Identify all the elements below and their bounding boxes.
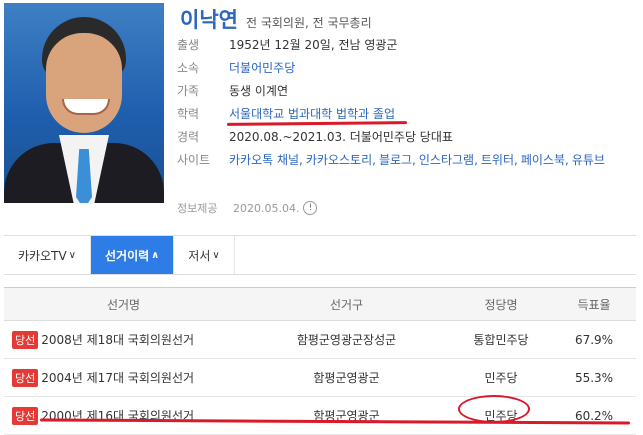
tab-label: 카카오TV	[18, 248, 67, 263]
table-header-row: 선거명 선거구 정당명 득표율	[4, 287, 636, 321]
site-link-twitter[interactable]: 트위터,	[481, 153, 518, 167]
table-row: 당선 2004년 제17대 국회의원선거 함평군영광군 민주당 55.3%	[4, 358, 636, 397]
info-row-education: 학력 서울대학교 법과대학 법학과 졸업	[177, 107, 637, 121]
table-row: 당선 2008년 제18대 국회의원선거 함평군영광군장성군 통합민주당 67.9…	[4, 320, 636, 359]
info-row-career: 경력 2020.08.~2021.03. 더불어민주당 당대표	[177, 130, 637, 144]
rate-cell: 67.9%	[552, 320, 636, 359]
election-cell: 당선 2004년 제17대 국회의원선거	[4, 358, 243, 397]
profile-name[interactable]: 이낙연	[180, 4, 238, 34]
election-name[interactable]: 2008년 제18대 국회의원선거	[41, 333, 194, 347]
election-name[interactable]: 2004년 제17대 국회의원선거	[41, 371, 194, 385]
info-row-birth: 출생 1952년 12월 20일, 전남 영광군	[177, 38, 637, 52]
provided-date: 2020.05.04.	[233, 201, 300, 215]
info-row-family: 가족 동생 이계연	[177, 84, 637, 98]
site-link-facebook[interactable]: 페이스북,	[521, 153, 569, 167]
photo-face	[46, 33, 122, 133]
profile-header: 이낙연 전 국회의원, 전 국무총리	[180, 4, 372, 32]
elected-badge: 당선	[12, 406, 39, 425]
district-cell: 함평군영광군	[243, 358, 450, 397]
profile-photo[interactable]	[4, 3, 164, 203]
col-election: 선거명	[4, 287, 243, 321]
info-provided: 정보제공 2020.05.04. !	[177, 200, 318, 216]
chevron-down-icon: ∨	[68, 249, 76, 261]
education-link[interactable]: 서울대학교 법과대학 법학과 졸업	[229, 107, 395, 121]
site-link-blog[interactable]: 블로그,	[379, 153, 416, 167]
info-label: 소속	[177, 61, 200, 75]
elected-badge: 당선	[12, 330, 39, 349]
rate-cell: 60.2%	[552, 396, 636, 435]
info-label: 출생	[177, 38, 200, 52]
info-label: 경력	[177, 130, 200, 144]
info-row-sites: 사이트 카카오톡 채널, 카카오스토리, 블로그, 인스타그램, 트위터, 페이…	[177, 153, 637, 167]
site-link-youtube[interactable]: 유튜브	[572, 153, 605, 167]
party-cell: 통합민주당	[450, 320, 552, 359]
site-link-instagram[interactable]: 인스타그램,	[419, 153, 478, 167]
tab-kakaotv[interactable]: 카카오TV ∨	[4, 236, 91, 274]
info-value: 동생 이계연	[229, 84, 289, 98]
info-row-party: 소속 더불어민주당	[177, 61, 637, 75]
profile-subtitle: 전 국회의원, 전 국무총리	[245, 16, 372, 30]
info-label: 가족	[177, 84, 200, 98]
info-value: 1952년 12월 20일, 전남 영광군	[229, 38, 398, 52]
chevron-up-icon: ∧	[151, 249, 160, 261]
election-table: 선거명 선거구 정당명 득표율 당선 2008년 제18대 국회의원선거 함평군영…	[4, 287, 636, 435]
col-district: 선거구	[243, 287, 450, 321]
profile-info: 출생 1952년 12월 20일, 전남 영광군 소속 더불어민주당 가족 동생…	[177, 38, 637, 215]
district-cell: 함평군영광군	[243, 396, 450, 435]
provided-label: 정보제공	[177, 202, 218, 215]
tab-label: 선거이력	[105, 248, 150, 263]
election-cell: 당선 2000년 제16대 국회의원선거	[4, 396, 243, 435]
profile-tabs: 카카오TV ∨ 선거이력 ∧ 저서 ∨	[4, 235, 636, 275]
elected-badge: 당선	[12, 368, 39, 387]
col-party: 정당명	[450, 287, 552, 321]
party-annotation-circle	[458, 395, 530, 423]
site-links: 카카오톡 채널, 카카오스토리, 블로그, 인스타그램, 트위터, 페이스북, …	[229, 153, 629, 167]
col-rate: 득표율	[552, 287, 636, 321]
info-value: 2020.08.~2021.03. 더불어민주당 당대표	[229, 130, 453, 144]
table-row: 당선 2000년 제16대 국회의원선거 함평군영광군 민주당 60.2%	[4, 396, 636, 435]
tab-label: 저서	[188, 248, 211, 263]
info-label: 학력	[177, 107, 200, 121]
site-link-kakaotalk[interactable]: 카카오톡 채널,	[229, 153, 303, 167]
tab-books[interactable]: 저서 ∨	[174, 236, 235, 274]
election-cell: 당선 2008년 제18대 국회의원선거	[4, 320, 243, 359]
info-label: 사이트	[177, 153, 211, 167]
chevron-down-icon: ∨	[212, 249, 220, 261]
party-link[interactable]: 더불어민주당	[229, 61, 295, 75]
site-link-kakaostory[interactable]: 카카오스토리,	[306, 153, 376, 167]
tab-election-history[interactable]: 선거이력 ∧	[91, 236, 175, 274]
rate-cell: 55.3%	[552, 358, 636, 397]
party-cell: 민주당	[450, 358, 552, 397]
education-annotation-underline	[226, 121, 408, 126]
info-icon[interactable]: !	[303, 201, 318, 215]
district-cell: 함평군영광군장성군	[243, 320, 450, 359]
